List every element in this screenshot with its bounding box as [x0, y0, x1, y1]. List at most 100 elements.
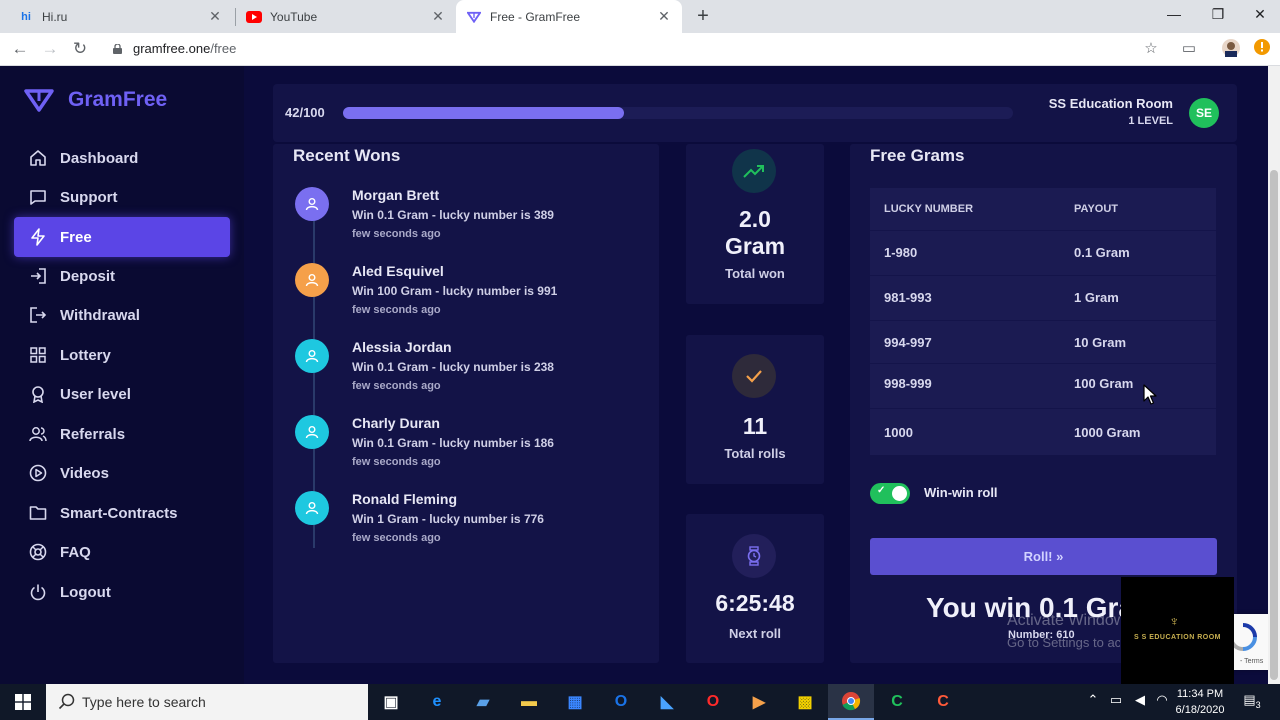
- scrollbar-thumb[interactable]: [1270, 170, 1278, 680]
- extension-icon[interactable]: ▭: [1179, 39, 1199, 59]
- chrome-icon[interactable]: [828, 684, 874, 720]
- play-icon: [28, 463, 48, 483]
- progress-label: 42/100: [285, 105, 325, 120]
- total-won-unit: Gram: [724, 233, 786, 259]
- brand[interactable]: GramFree: [24, 88, 167, 112]
- taskbar-search-input[interactable]: Type here to search: [46, 684, 368, 720]
- opera-icon[interactable]: O: [690, 684, 736, 720]
- address-bar[interactable]: gramfree.one/free: [133, 41, 236, 56]
- media-player-icon[interactable]: ▶: [736, 684, 782, 720]
- user-level: 1 LEVEL: [1128, 115, 1173, 127]
- sidebar-item-support[interactable]: Support: [14, 177, 230, 217]
- star-icon[interactable]: ☆: [1141, 39, 1161, 59]
- url-path: /free: [210, 41, 237, 56]
- sidebar-item-faq[interactable]: FAQ: [14, 532, 230, 572]
- table-divider: [870, 363, 1216, 364]
- taskbar-clock[interactable]: 11:34 PM 6/18/2020: [1172, 686, 1228, 718]
- sidebar-item-lottery[interactable]: Lottery: [14, 335, 230, 375]
- outlook-icon[interactable]: O: [598, 684, 644, 720]
- brand-name: GramFree: [68, 88, 168, 111]
- back-icon[interactable]: ←: [8, 38, 32, 60]
- roll-button[interactable]: Roll! »: [870, 538, 1217, 575]
- win-time: few seconds ago: [352, 532, 441, 544]
- winner-name: Charly Duran: [352, 415, 440, 431]
- tab-gramfree[interactable]: Free - GramFree ✕: [456, 0, 682, 33]
- trending-up-icon: [732, 149, 776, 193]
- task-view-icon[interactable]: ▣: [368, 684, 414, 720]
- new-tab-button[interactable]: +: [692, 5, 714, 27]
- chevron-up-icon[interactable]: ⌃: [1085, 692, 1101, 712]
- check-icon: [732, 354, 776, 398]
- lock-icon: [113, 44, 122, 54]
- recent-wons-title: Recent Wons: [293, 146, 401, 165]
- win-description: Win 1 Gram - lucky number is 776: [352, 512, 544, 526]
- check-icon: ✓: [877, 485, 886, 496]
- recorder-icon[interactable]: C: [920, 684, 966, 720]
- sidebar-item-smart-contracts[interactable]: Smart-Contracts: [14, 493, 230, 533]
- file-explorer-icon[interactable]: ▬: [506, 684, 552, 720]
- app-icon[interactable]: ▩: [782, 684, 828, 720]
- windows-start-icon[interactable]: [0, 684, 46, 720]
- list-item: Aled Esquivel Win 100 Gram - lucky number…: [295, 263, 635, 323]
- clock-date: 6/18/2020: [1175, 704, 1225, 716]
- col-lucky-number: LUCKY NUMBER: [884, 203, 974, 215]
- list-item: Alessia Jordan Win 0.1 Gram - lucky numbe…: [295, 339, 635, 399]
- close-icon[interactable]: ✕: [207, 8, 223, 25]
- sidebar-item-deposit[interactable]: Deposit: [14, 256, 230, 296]
- app-icon[interactable]: ▰: [460, 684, 506, 720]
- sidebar-item-label: Referrals: [60, 425, 126, 443]
- sidebar-item-label: Lottery: [60, 346, 111, 364]
- tab-youtube[interactable]: YouTube ✕: [236, 0, 456, 33]
- edge-icon[interactable]: e: [414, 684, 460, 720]
- update-alert-icon[interactable]: [1252, 39, 1272, 59]
- close-icon[interactable]: ✕: [430, 8, 446, 25]
- hi-favicon-icon: hi: [21, 10, 31, 23]
- payout-cell: 10 Gram: [1074, 335, 1127, 350]
- sidebar-item-referrals[interactable]: Referrals: [14, 414, 230, 454]
- reload-icon[interactable]: ↻: [68, 38, 92, 60]
- payout-cell: 1 Gram: [1074, 290, 1119, 305]
- activate-windows-watermark: Activate Windows: [1007, 612, 1120, 629]
- camtasia-icon[interactable]: C: [874, 684, 920, 720]
- app-icon[interactable]: ◣: [644, 684, 690, 720]
- close-window-icon[interactable]: ✕: [1238, 0, 1280, 30]
- winner-name: Alessia Jordan: [352, 339, 452, 355]
- clock-time: 11:34 PM: [1176, 688, 1224, 700]
- avatar[interactable]: SE: [1189, 98, 1219, 128]
- users-icon: [28, 424, 48, 444]
- total-rolls-card: 11 Total rolls: [686, 335, 824, 484]
- win-win-roll-toggle[interactable]: ✓: [870, 483, 910, 504]
- user-icon: [295, 263, 329, 297]
- sidebar-item-label: Logout: [60, 583, 111, 601]
- gramfree-logo-icon: [466, 9, 482, 25]
- close-icon[interactable]: ✕: [656, 8, 672, 25]
- page-scrollbar[interactable]: [1268, 66, 1280, 684]
- sidebar-item-label: Smart-Contracts: [60, 504, 178, 522]
- sidebar-item-free[interactable]: Free: [14, 217, 230, 257]
- lucky-cell: 994-997: [884, 335, 932, 350]
- store-icon[interactable]: ▦: [552, 684, 598, 720]
- lightning-icon: [28, 227, 48, 247]
- mouse-cursor-icon: [1143, 384, 1157, 405]
- sidebar-item-user-level[interactable]: User level: [14, 374, 230, 414]
- list-item: Charly Duran Win 0.1 Gram - lucky number …: [295, 415, 635, 475]
- recaptcha-terms[interactable]: - Terms: [1240, 658, 1263, 665]
- free-grams-title: Free Grams: [870, 146, 965, 165]
- speaker-icon[interactable]: ◀: [1131, 692, 1149, 712]
- level-progress-card: 42/100 SS Education Room 1 LEVEL SE: [273, 84, 1237, 142]
- sidebar-item-withdrawal[interactable]: Withdrawal: [14, 295, 230, 335]
- tab-hi-ru[interactable]: hi Hi.ru ✕: [8, 0, 233, 33]
- sidebar-item-logout[interactable]: Logout: [14, 572, 230, 612]
- gramfree-logo-icon: [24, 89, 54, 112]
- sidebar-item-dashboard[interactable]: Dashboard: [14, 138, 230, 178]
- award-icon: [28, 384, 48, 404]
- minimize-icon[interactable]: —: [1152, 0, 1196, 30]
- forward-icon[interactable]: →: [38, 38, 62, 60]
- maximize-icon[interactable]: ❐: [1196, 0, 1240, 30]
- notification-icon[interactable]: ▤3: [1240, 692, 1264, 712]
- win-description: Win 0.1 Gram - lucky number is 389: [352, 208, 554, 222]
- sidebar-item-videos[interactable]: Videos: [14, 453, 230, 493]
- wifi-icon[interactable]: ◠: [1153, 692, 1171, 712]
- battery-icon[interactable]: ▭: [1107, 692, 1125, 712]
- profile-avatar-icon[interactable]: [1221, 39, 1241, 59]
